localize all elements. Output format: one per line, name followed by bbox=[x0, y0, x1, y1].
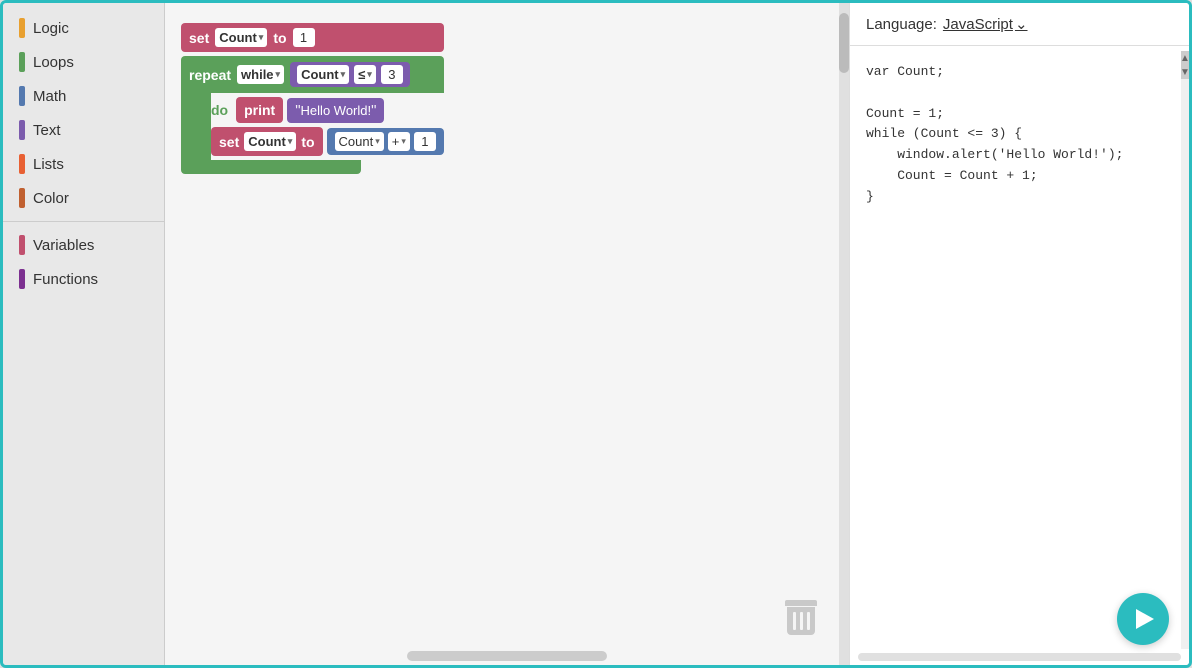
app-container: Logic Loops Math Text Lists Color Variab… bbox=[0, 0, 1192, 668]
set-count-row-2: set Count ▾ to bbox=[211, 127, 444, 156]
play-icon bbox=[1136, 609, 1154, 629]
code-scroll-down[interactable]: ▼ bbox=[1181, 65, 1189, 79]
do-print-row: do print " Hello World! " bbox=[211, 97, 444, 123]
trash-lid bbox=[785, 600, 817, 606]
dropdown-arrow-4: ▾ bbox=[288, 136, 293, 147]
math-color-bar bbox=[19, 86, 25, 106]
do-label: do bbox=[211, 102, 228, 118]
trash-line-1 bbox=[793, 612, 796, 630]
dropdown-arrow-1: ▾ bbox=[259, 32, 264, 43]
value-1[interactable]: 1 bbox=[293, 28, 315, 47]
repeat-top[interactable]: repeat while ▾ Count ▾ bbox=[181, 56, 444, 93]
sidebar-item-text[interactable]: Text bbox=[3, 113, 164, 147]
set-count-block[interactable]: set Count ▾ to 1 bbox=[181, 23, 444, 52]
count-dropdown-1[interactable]: Count ▾ bbox=[215, 28, 267, 47]
to-label-2: to bbox=[301, 134, 314, 150]
while-arrow: ▾ bbox=[276, 69, 281, 80]
code-body: var Count; Count = 1; while (Count <= 3)… bbox=[850, 46, 1189, 665]
string-value: Hello World! bbox=[301, 103, 372, 118]
language-chevron: ⌄ bbox=[1015, 15, 1028, 33]
code-scroll-up[interactable]: ▲ bbox=[1181, 51, 1189, 65]
sidebar-item-lists[interactable]: Lists bbox=[3, 147, 164, 181]
language-label: Language: bbox=[866, 16, 937, 33]
sidebar-label-math: Math bbox=[33, 88, 66, 105]
repeat-block: repeat while ▾ Count ▾ bbox=[181, 56, 444, 174]
dropdown-arrow-2: ▾ bbox=[341, 69, 346, 80]
dropdown-arrow-3: ▾ bbox=[367, 69, 372, 80]
sidebar-item-logic[interactable]: Logic bbox=[3, 11, 164, 45]
plus-dropdown[interactable]: + ▾ bbox=[388, 132, 410, 151]
sidebar-item-math[interactable]: Math bbox=[3, 79, 164, 113]
language-select[interactable]: JavaScript ⌄ bbox=[943, 15, 1028, 33]
loops-color-bar bbox=[19, 52, 25, 72]
trash-line-3 bbox=[807, 612, 810, 630]
print-block[interactable]: print bbox=[236, 97, 283, 123]
sidebar-item-color[interactable]: Color bbox=[3, 181, 164, 215]
sidebar-label-variables: Variables bbox=[33, 237, 94, 254]
sidebar-item-functions[interactable]: Functions bbox=[3, 262, 164, 296]
count-dropdown-4[interactable]: Count ▾ bbox=[335, 132, 384, 151]
canvas-inner: set Count ▾ to 1 repeat bbox=[165, 3, 849, 665]
variables-color-bar bbox=[19, 235, 25, 255]
to-label: to bbox=[273, 30, 286, 46]
canvas-vscroll-thumb[interactable] bbox=[839, 13, 849, 73]
code-hscroll[interactable] bbox=[858, 653, 1181, 661]
canvas-hscroll[interactable] bbox=[407, 651, 607, 661]
code-header: Language: JavaScript ⌄ bbox=[850, 3, 1189, 46]
canvas-vscroll bbox=[839, 3, 849, 665]
count-dropdown-3[interactable]: Count ▾ bbox=[244, 132, 296, 151]
lists-color-bar bbox=[19, 154, 25, 174]
condition-value[interactable]: 3 bbox=[381, 65, 403, 84]
sidebar-item-loops[interactable]: Loops bbox=[3, 45, 164, 79]
block-canvas[interactable]: set Count ▾ to 1 repeat bbox=[165, 3, 849, 665]
code-panel: Language: JavaScript ⌄ var Count; Count … bbox=[849, 3, 1189, 665]
trash-icon[interactable] bbox=[783, 597, 819, 637]
repeat-inner: do print " Hello World! " bbox=[211, 93, 444, 160]
language-value: JavaScript bbox=[943, 16, 1013, 33]
sidebar-label-loops: Loops bbox=[33, 54, 74, 71]
string-block[interactable]: " Hello World! " bbox=[287, 98, 384, 123]
trash-line-2 bbox=[800, 612, 803, 630]
sidebar-label-color: Color bbox=[33, 190, 69, 207]
sidebar-item-variables[interactable]: Variables bbox=[3, 228, 164, 262]
main-area: set Count ▾ to 1 repeat bbox=[165, 3, 1189, 665]
operator-dropdown[interactable]: ≤ ▾ bbox=[354, 65, 376, 84]
while-dropdown[interactable]: while ▾ bbox=[237, 65, 284, 84]
repeat-inner-wrap: do print " Hello World! " bbox=[181, 93, 444, 160]
plus-value[interactable]: 1 bbox=[414, 132, 436, 151]
repeat-left-bracket bbox=[181, 93, 211, 160]
sidebar-label-lists: Lists bbox=[33, 156, 64, 173]
dropdown-arrow-5: ▾ bbox=[375, 136, 380, 147]
count-dropdown-2[interactable]: Count ▾ bbox=[297, 65, 349, 84]
set-label: set bbox=[189, 30, 209, 46]
sidebar-label-functions: Functions bbox=[33, 271, 98, 288]
color-color-bar bbox=[19, 188, 25, 208]
functions-color-bar bbox=[19, 269, 25, 289]
logic-color-bar bbox=[19, 18, 25, 38]
sidebar-divider bbox=[3, 221, 164, 222]
math-expr-block[interactable]: Count ▾ + ▾ 1 bbox=[327, 128, 444, 155]
repeat-label: repeat bbox=[189, 67, 231, 83]
sidebar: Logic Loops Math Text Lists Color Variab… bbox=[3, 3, 165, 665]
set-label-2: set bbox=[219, 134, 239, 150]
text-color-bar bbox=[19, 120, 25, 140]
program-stack: set Count ▾ to 1 repeat bbox=[181, 23, 444, 174]
open-quote: " bbox=[295, 102, 300, 119]
set-block-2[interactable]: set Count ▾ to bbox=[211, 127, 323, 156]
sidebar-label-logic: Logic bbox=[33, 20, 69, 37]
blocks-area: set Count ▾ to 1 repeat bbox=[181, 23, 444, 174]
trash-body bbox=[787, 607, 815, 635]
sidebar-label-text: Text bbox=[33, 122, 61, 139]
print-label: print bbox=[244, 102, 275, 118]
condition-block[interactable]: Count ▾ ≤ ▾ 3 bbox=[290, 62, 410, 87]
code-vscroll: ▲ ▼ bbox=[1181, 51, 1189, 649]
repeat-bottom bbox=[181, 160, 361, 174]
dropdown-arrow-6: ▾ bbox=[401, 136, 406, 147]
close-quote: " bbox=[371, 102, 376, 119]
run-button[interactable] bbox=[1117, 593, 1169, 645]
